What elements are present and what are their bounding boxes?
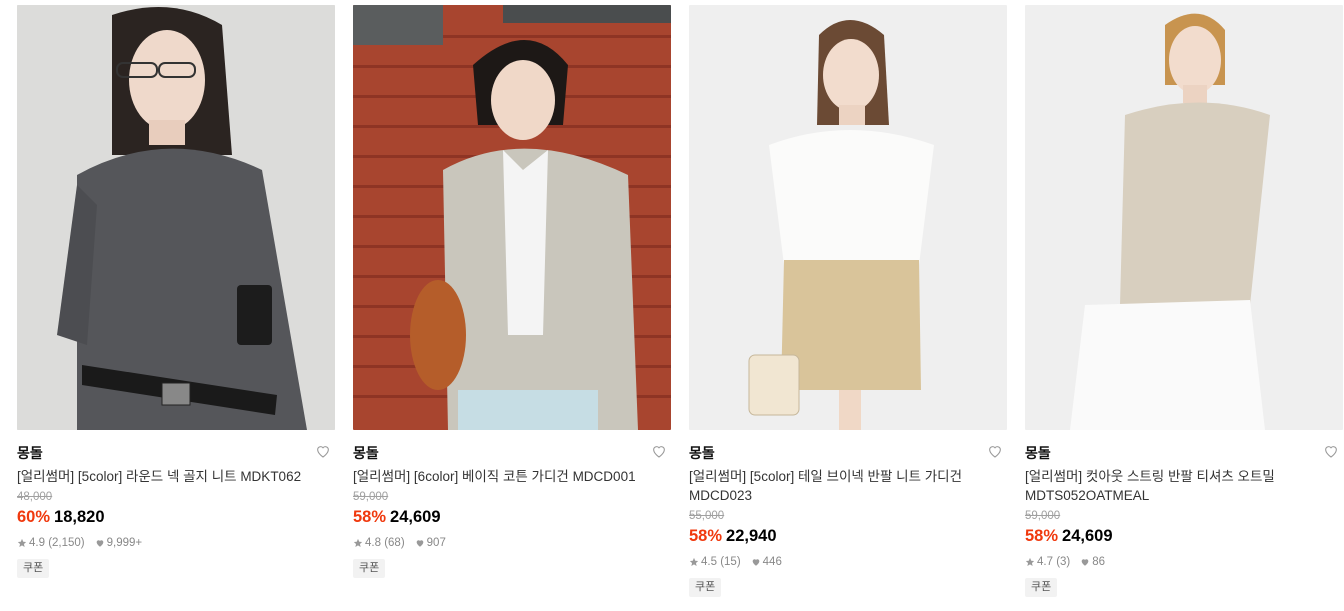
product-meta: 4.9 (2,150) 9,999+: [17, 536, 335, 550]
like-count: 446: [762, 556, 782, 568]
product-title[interactable]: [얼리썸머] [6color] 베이직 코튼 가디건 MDCD001: [353, 467, 653, 486]
review-count: (2,150): [48, 537, 85, 549]
wishlist-heart-icon[interactable]: [1323, 443, 1341, 461]
product-card[interactable]: 몽돌 [얼리썸머] [6color] 베이직 코튼 가디건 MDCD001 59…: [353, 5, 671, 578]
product-image[interactable]: [1025, 5, 1343, 430]
rating-value: 4.8: [365, 537, 381, 549]
product-title[interactable]: [얼리썸머] 컷아웃 스트링 반팔 티셔츠 오트밀 MDTS052OATMEAL: [1025, 467, 1325, 505]
brand-name[interactable]: 몽돌: [1025, 444, 1343, 462]
review-count: (68): [384, 537, 405, 549]
coupon-badge: 쿠폰: [1025, 578, 1058, 597]
like-count: 86: [1092, 556, 1106, 568]
rating-value: 4.7: [1037, 556, 1053, 568]
star-icon: [689, 557, 699, 567]
like-count: 9,999+: [106, 537, 143, 549]
product-meta: 4.5 (15) 446: [689, 555, 1007, 569]
original-price: 55,000: [689, 510, 725, 522]
product-image[interactable]: [353, 5, 671, 430]
sale-price: 18,820: [54, 508, 105, 526]
product-meta: 4.7 (3) 86: [1025, 555, 1343, 569]
star-icon: [1025, 557, 1035, 567]
discount-rate: 58%: [689, 527, 723, 545]
rating-value: 4.5: [701, 556, 717, 568]
discount-rate: 58%: [1025, 527, 1059, 545]
brand-name[interactable]: 몽돌: [353, 444, 671, 462]
product-meta: 4.8 (68) 907: [353, 536, 671, 550]
sale-price: 24,609: [390, 508, 441, 526]
review-count: (15): [720, 556, 741, 568]
heart-filled-icon: [415, 538, 425, 548]
coupon-badge: 쿠폰: [17, 559, 50, 578]
product-card[interactable]: 몽돌 [얼리썸머] [5color] 라운드 넥 골지 니트 MDKT062 4…: [17, 5, 335, 578]
heart-filled-icon: [95, 538, 105, 548]
sale-price: 22,940: [726, 527, 777, 545]
original-price: 59,000: [353, 491, 389, 503]
heart-filled-icon: [1080, 557, 1090, 567]
star-icon: [17, 538, 27, 548]
brand-name[interactable]: 몽돌: [689, 444, 1007, 462]
product-card[interactable]: 몽돌 [얼리썸머] 컷아웃 스트링 반팔 티셔츠 오트밀 MDTS052OATM…: [1025, 5, 1343, 597]
price-line: 60% 18,820: [17, 506, 335, 528]
like-count: 907: [426, 537, 446, 549]
star-icon: [353, 538, 363, 548]
heart-filled-icon: [751, 557, 761, 567]
product-image[interactable]: [689, 5, 1007, 430]
rating-value: 4.9: [29, 537, 45, 549]
wishlist-heart-icon[interactable]: [315, 443, 333, 461]
price-line: 58% 24,609: [353, 506, 671, 528]
wishlist-heart-icon[interactable]: [987, 443, 1005, 461]
coupon-badge: 쿠폰: [353, 559, 386, 578]
price-line: 58% 22,940: [689, 525, 1007, 547]
product-grid: 몽돌 [얼리썸머] [5color] 라운드 넥 골지 니트 MDKT062 4…: [0, 0, 1344, 611]
product-title[interactable]: [얼리썸머] [5color] 테일 브이넥 반팔 니트 가디건 MDCD023: [689, 467, 989, 505]
discount-rate: 58%: [353, 508, 387, 526]
product-card[interactable]: 몽돌 [얼리썸머] [5color] 테일 브이넥 반팔 니트 가디건 MDCD…: [689, 5, 1007, 597]
product-image[interactable]: [17, 5, 335, 430]
original-price: 59,000: [1025, 510, 1061, 522]
product-title[interactable]: [얼리썸머] [5color] 라운드 넥 골지 니트 MDKT062: [17, 467, 317, 486]
discount-rate: 60%: [17, 508, 51, 526]
sale-price: 24,609: [1062, 527, 1113, 545]
brand-name[interactable]: 몽돌: [17, 444, 335, 462]
review-count: (3): [1056, 556, 1071, 568]
wishlist-heart-icon[interactable]: [651, 443, 669, 461]
price-line: 58% 24,609: [1025, 525, 1343, 547]
original-price: 48,000: [17, 491, 53, 503]
coupon-badge: 쿠폰: [689, 578, 722, 597]
